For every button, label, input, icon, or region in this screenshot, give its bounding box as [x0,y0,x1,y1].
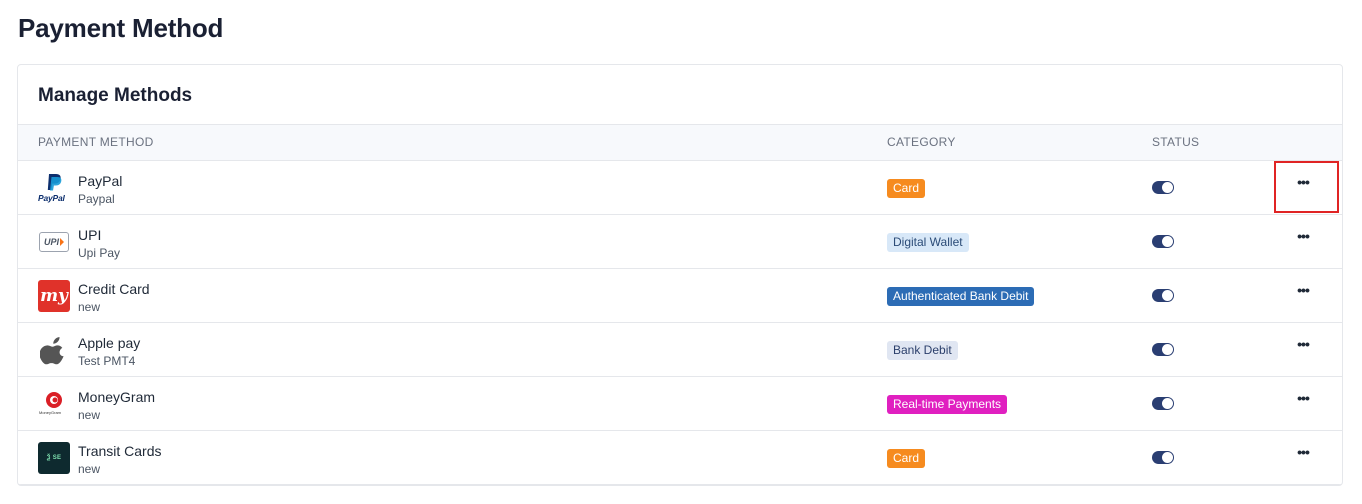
method-subtitle: Test PMT4 [78,354,136,368]
method-subtitle: new [78,462,101,476]
highlight-box [1274,161,1339,213]
page-title: Payment Method [18,13,224,43]
toggle-knob [1162,344,1173,355]
moneygram-logo: MoneyGram [38,388,70,420]
table-row: MoneyGram MoneyGram new Real-time Paymen… [18,377,1342,431]
card-title: Manage Methods [38,85,193,106]
transit-card-logo: Ѯ SE [38,442,70,474]
table-row: Apple pay Test PMT4 Bank Debit ••• [18,323,1342,377]
header-status: STATUS [1152,135,1200,149]
manage-methods-card: Manage Methods PAYMENT METHOD CATEGORY S… [17,64,1343,486]
category-badge: Card [887,449,926,468]
table-row: my Credit Card new Authenticated Bank De… [18,269,1342,323]
method-subtitle: Paypal [78,192,115,206]
method-subtitle: Upi Pay [78,246,121,260]
header-payment-method: PAYMENT METHOD [38,135,154,149]
table-row: PayPal PayPal Paypal Card ••• [18,161,1342,215]
upi-logo: UPI [38,226,70,258]
more-options-button[interactable]: ••• [1292,390,1314,412]
paypal-logo: PayPal [38,172,70,204]
status-toggle[interactable] [1152,235,1174,248]
more-options-button[interactable]: ••• [1292,228,1314,250]
status-toggle[interactable] [1152,397,1174,410]
toggle-knob [1162,182,1173,193]
toggle-knob [1162,236,1173,247]
category-badge: Bank Debit [887,341,958,360]
category-badge: Card [887,179,926,198]
category-badge: Real-time Payments [887,395,1008,414]
toggle-knob [1162,398,1173,409]
table-row: Ѯ SE Transit Cards new Card ••• [18,431,1342,485]
method-name: UPI [78,227,102,243]
method-name: Credit Card [78,281,150,297]
header-category: CATEGORY [887,135,956,149]
table-row: UPI UPI Upi Pay Digital Wallet ••• [18,215,1342,269]
status-toggle[interactable] [1152,451,1174,464]
toggle-knob [1162,452,1173,463]
method-name: MoneyGram [78,389,156,405]
category-badge: Digital Wallet [887,233,969,252]
method-name: Apple pay [78,335,141,351]
method-name: PayPal [78,173,123,189]
status-toggle[interactable] [1152,289,1174,302]
method-subtitle: new [78,300,101,314]
more-options-button[interactable]: ••• [1292,444,1314,466]
status-toggle[interactable] [1152,343,1174,356]
makemytrip-logo: my [38,280,70,312]
status-toggle[interactable] [1152,181,1174,194]
method-subtitle: new [78,408,101,422]
toggle-knob [1162,290,1173,301]
more-options-button[interactable]: ••• [1292,336,1314,358]
more-options-button[interactable]: ••• [1292,282,1314,304]
apple-logo [38,334,70,366]
table-header: PAYMENT METHOD CATEGORY STATUS [18,124,1342,161]
method-name: Transit Cards [78,443,162,459]
category-badge: Authenticated Bank Debit [887,287,1035,306]
